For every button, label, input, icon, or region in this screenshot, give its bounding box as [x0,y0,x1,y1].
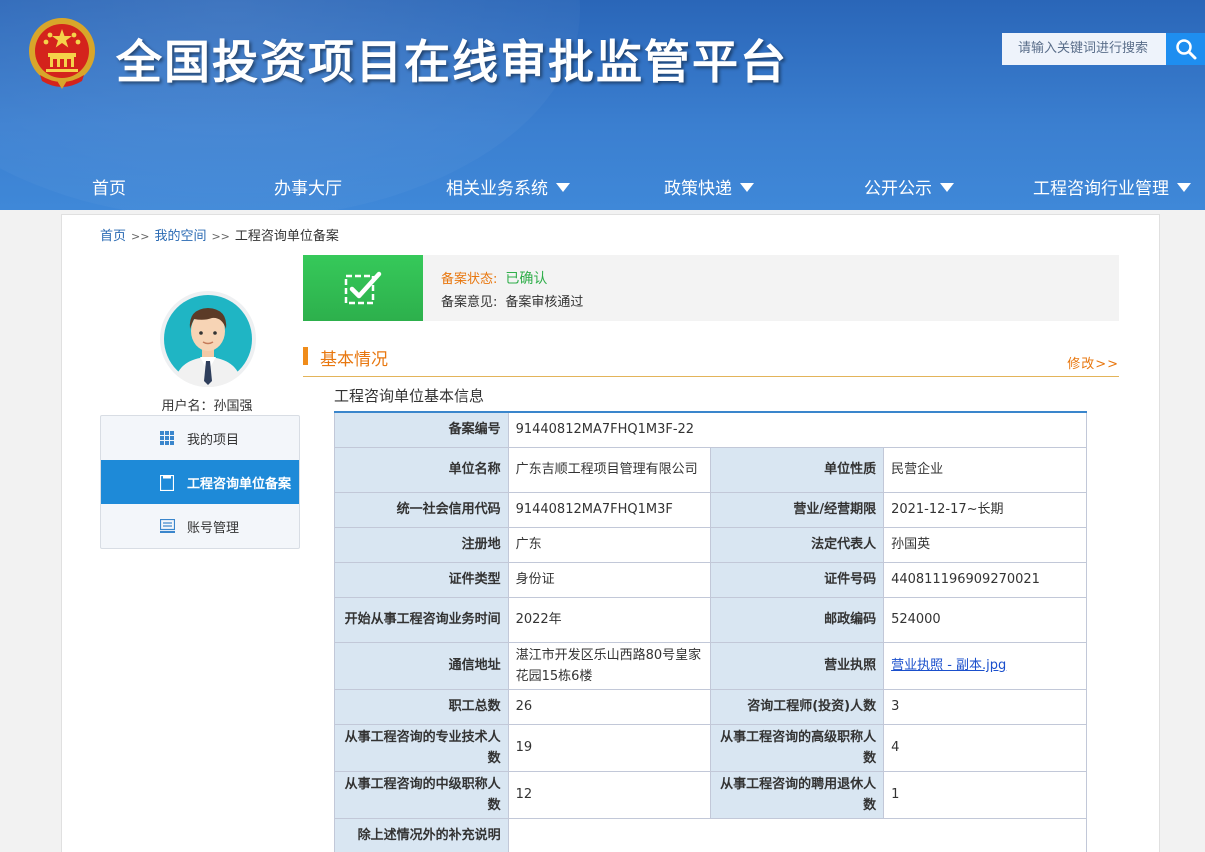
caret-down-icon [740,183,754,192]
modify-link[interactable]: 修改>> [1067,353,1119,372]
avatar [160,291,256,387]
section-accent-bar [303,347,308,365]
table-row: 从事工程咨询的中级职称人数 12 从事工程咨询的聘用退休人数 1 [334,770,1087,819]
unit-info-table: 备案编号 91440812MA7FHQ1M3F-22 单位名称 广东吉顺工程项目… [334,411,1088,852]
filing-status-panel: 备案状态: 已确认 备案意见: 备案审核通过 [303,255,1119,321]
id-number: 440811196909270021 [883,561,1087,598]
id-type: 身份证 [507,561,712,598]
section-header: 基本情况 修改>> [303,345,1119,377]
table-row: 通信地址 湛江市开发区乐山西路80号皇家花园15栋6楼 营业执照 营业执照 - … [334,641,1087,690]
main-content: 首页 >> 我的空间 >> 工程咨询单位备案 用户名：孙国强 我的项目 工程咨询… [61,214,1160,852]
breadcrumb-current: 工程咨询单位备案 [234,229,339,244]
nav-policy[interactable]: 政策快递 [664,174,754,199]
start-year: 2022年 [507,596,712,643]
table-row: 开始从事工程咨询业务时间 2022年 邮政编码 524000 [334,596,1087,643]
unit-nature: 民营企业 [883,446,1087,493]
mailing-address: 湛江市开发区乐山西路80号皇家花园15栋6楼 [507,641,712,690]
business-term: 2021-12-17~长期 [883,491,1087,528]
search-icon [1175,39,1196,60]
credit-code: 91440812MA7FHQ1M3F [507,491,712,528]
grid-icon [160,431,174,445]
side-item-my-projects[interactable]: 我的项目 [101,416,299,460]
unit-name: 广东吉顺工程项目管理有限公司 [507,446,712,493]
table-row: 职工总数 26 咨询工程师(投资)人数 3 [334,688,1087,725]
table-row: 证件类型 身份证 证件号码 440811196909270021 [334,561,1087,598]
business-license-link[interactable]: 营业执照 - 副本.jpg [891,658,1006,673]
supplement-note [507,817,1088,852]
table-row: 注册地 广东 法定代表人 孙国英 [334,526,1087,563]
mid-title-count: 12 [507,770,712,819]
national-emblem-icon [29,18,95,89]
side-item-account[interactable]: 账号管理 [101,504,299,548]
record-number: 91440812MA7FHQ1M3F-22 [507,411,1088,448]
filing-state: 备案状态: 已确认 [441,271,548,287]
table-row: 从事工程咨询的专业技术人数 19 从事工程咨询的高级职称人数 4 [334,723,1087,772]
caret-down-icon [556,183,570,192]
registered-place: 广东 [507,526,712,563]
section-title: 基本情况 [320,350,388,370]
filing-opinion: 备案意见: 备案审核通过 [441,295,584,310]
breadcrumb-home[interactable]: 首页 [100,229,126,244]
site-title: 全国投资项目在线审批监管平台 [116,35,788,89]
table-row: 统一社会信用代码 91440812MA7FHQ1M3F 营业/经营期限 2021… [334,491,1087,528]
retired-count: 1 [883,770,1087,819]
legal-representative: 孙国英 [883,526,1087,563]
username: 用户名：孙国强 [161,399,253,414]
staff-total: 26 [507,688,712,725]
table-title: 工程咨询单位基本信息 [334,387,485,405]
breadcrumb: 首页 >> 我的空间 >> 工程咨询单位备案 [100,229,339,244]
status-icon-box [303,255,423,321]
nav-related-systems[interactable]: 相关业务系统 [446,174,570,199]
nav-home[interactable]: 首页 [92,174,126,199]
side-menu: 我的项目 工程咨询单位备案 账号管理 [100,415,300,549]
filing-opinion-value: 备案审核通过 [505,295,584,310]
senior-title-count: 4 [883,723,1087,772]
document-icon [160,475,174,491]
engineer-count: 3 [883,688,1087,725]
filing-state-value: 已确认 [505,271,548,287]
site-header: 全国投资项目在线审批监管平台 请输入关键词进行搜索 首页 办事大厅 相关业务系统… [0,0,1205,210]
side-item-consulting-filing[interactable]: 工程咨询单位备案 [101,460,299,504]
main-nav: 首页 办事大厅 相关业务系统 政策快递 公开公示 工程咨询行业管理 [0,168,1205,208]
table-row: 备案编号 91440812MA7FHQ1M3F-22 [334,411,1088,448]
account-icon [160,519,175,533]
tech-staff-count: 19 [507,723,712,772]
caret-down-icon [940,183,954,192]
search-button[interactable] [1166,33,1205,65]
nav-industry-management[interactable]: 工程咨询行业管理 [1033,174,1191,199]
breadcrumb-my-space[interactable]: 我的空间 [154,229,206,244]
table-row: 除上述情况外的补充说明 [334,817,1088,852]
table-row: 单位名称 广东吉顺工程项目管理有限公司 单位性质 民营企业 [334,446,1087,493]
checkbox-checked-icon [344,271,382,305]
caret-down-icon [1177,183,1191,192]
search-input[interactable]: 请输入关键词进行搜索 [1002,33,1166,65]
nav-service-hall[interactable]: 办事大厅 [274,174,342,199]
postcode: 524000 [883,596,1087,643]
nav-public-notice[interactable]: 公开公示 [864,174,954,199]
user-avatar-icon [164,295,252,387]
